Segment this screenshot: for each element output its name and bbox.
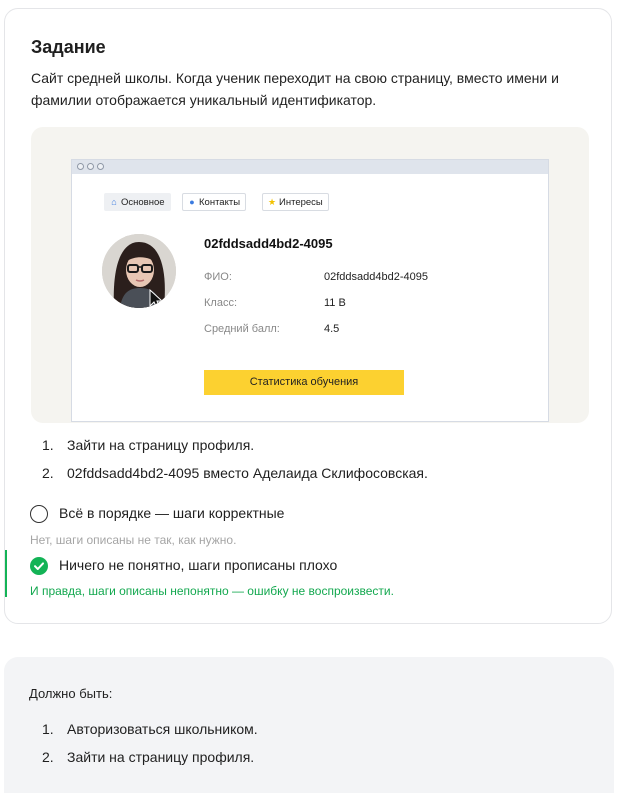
- answer-hint: Нет, шаги описаны не так, как нужно.: [30, 533, 237, 547]
- star-icon: ★: [267, 197, 277, 207]
- answer-feedback: И правда, шаги описаны непонятно — ошибк…: [30, 584, 394, 598]
- field-label-fio: ФИО:: [204, 271, 232, 283]
- selected-indicator: [5, 550, 7, 597]
- radio-button[interactable]: [30, 505, 48, 523]
- profile-illustration: ⌂ Основное ● Контакты ★ Интересы 02fddsa…: [31, 127, 589, 423]
- profile-id-heading: 02fddsadd4bd2-4095: [204, 236, 333, 251]
- answer-option-label: Всё в порядке — шаги корректные: [59, 505, 285, 521]
- field-value-gpa: 4.5: [324, 323, 340, 335]
- window-dot-icon: [87, 163, 94, 170]
- window-dot-icon: [97, 163, 104, 170]
- tab-main[interactable]: ⌂ Основное: [104, 193, 171, 211]
- checkmark-icon[interactable]: [30, 557, 48, 575]
- task-description: Сайт средней школы. Когда ученик переход…: [31, 70, 559, 108]
- stats-button[interactable]: Статистика обучения: [204, 370, 404, 395]
- tab-interests[interactable]: ★ Интересы: [262, 193, 329, 211]
- window-dot-icon: [77, 163, 84, 170]
- expected-title: Должно быть:: [29, 686, 113, 701]
- person-icon: ●: [189, 197, 195, 207]
- home-icon: ⌂: [111, 197, 117, 207]
- browser-window: ⌂ Основное ● Контакты ★ Интересы 02fddsa…: [71, 159, 549, 422]
- task-card: Задание Сайт средней школы. Когда ученик…: [4, 8, 612, 624]
- tab-contacts[interactable]: ● Контакты: [182, 193, 247, 211]
- field-label-gpa: Средний балл:: [204, 323, 280, 335]
- browser-title-bar: [72, 160, 548, 174]
- expected-panel: Должно быть: 1. Авторизоваться школьнико…: [4, 657, 614, 793]
- field-value-class: 11 В: [324, 297, 346, 309]
- avatar: [102, 234, 176, 308]
- answer-option-label[interactable]: Ничего не понятно, шаги прописаны плохо: [59, 557, 337, 573]
- field-label-class: Класс:: [204, 297, 237, 309]
- task-title: Задание: [31, 37, 106, 57]
- field-value-fio: 02fddsadd4bd2-4095: [324, 271, 428, 283]
